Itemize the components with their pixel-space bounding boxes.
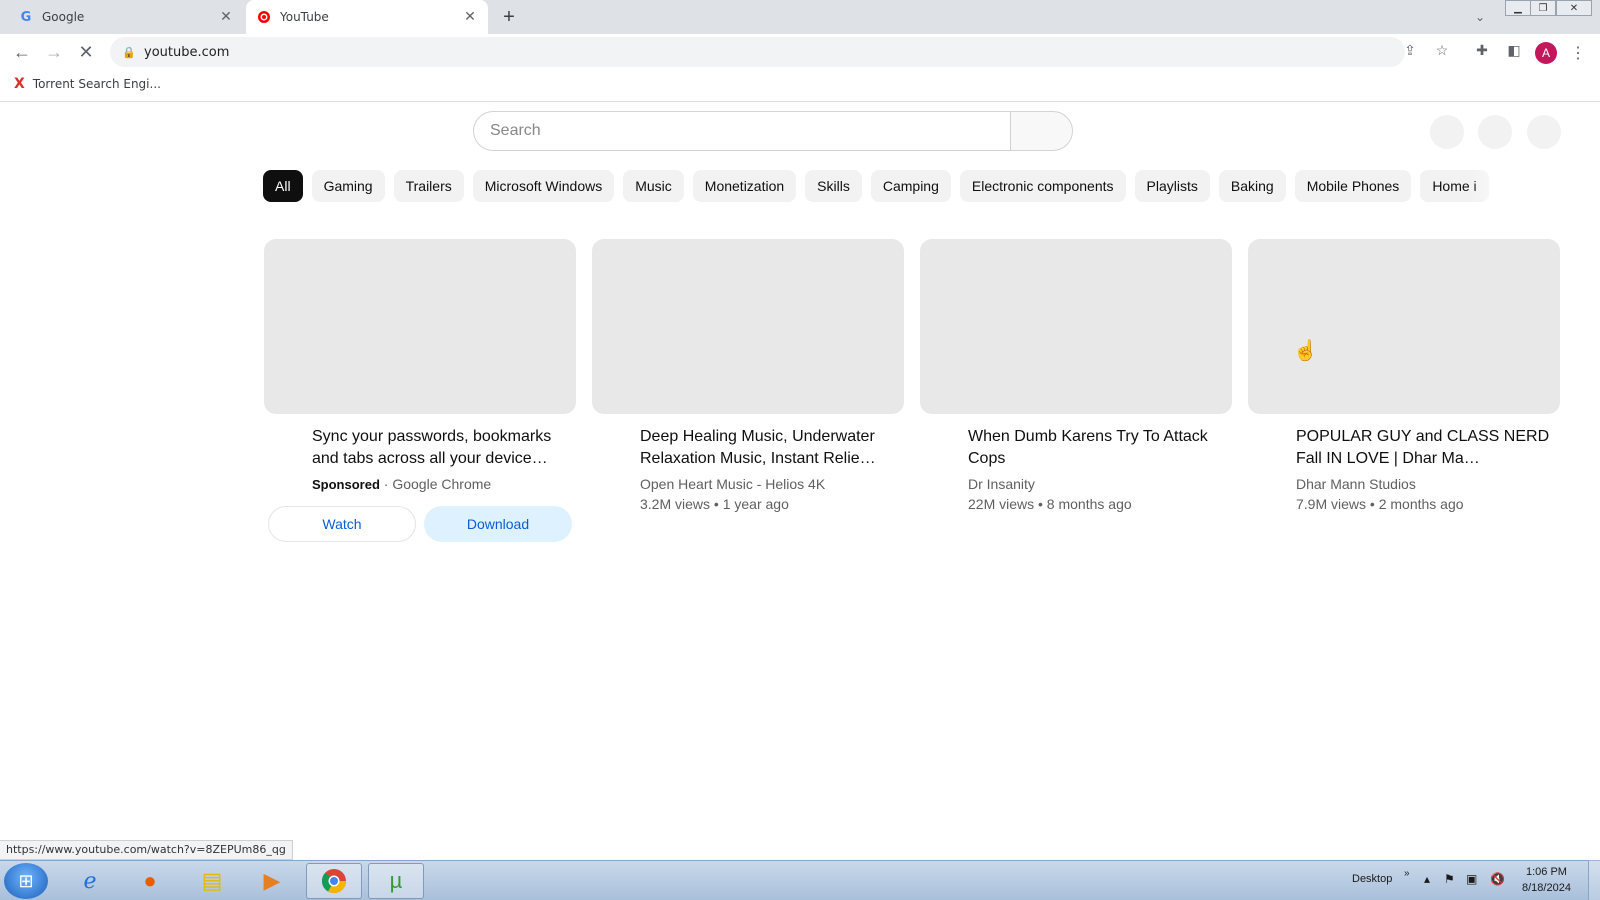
- action-center-flag-icon[interactable]: ⚑: [1444, 872, 1455, 886]
- chip-gaming[interactable]: Gaming: [311, 170, 385, 202]
- advertiser-name: · Google Chrome: [383, 476, 492, 492]
- youtube-search-bar: [473, 111, 1073, 151]
- google-icon: G: [20, 9, 32, 25]
- video-card[interactable]: POPULAR GUY and CLASS NERD Fall IN LOVE …: [1248, 239, 1560, 514]
- tab-strip: G Google ✕ YouTube ✕ + ⌄ ▁ ❐ ✕: [0, 0, 1600, 34]
- channel-name[interactable]: Open Heart Music - Helios 4K: [640, 474, 904, 494]
- share-icon[interactable]: ⇪: [1400, 40, 1420, 60]
- show-desktop-button[interactable]: [1588, 860, 1600, 900]
- clock-time[interactable]: 1:06 PM: [1526, 866, 1567, 878]
- internet-explorer-icon[interactable]: ℯ: [62, 863, 118, 899]
- utorrent-icon[interactable]: µ: [368, 863, 424, 899]
- media-player-icon[interactable]: ▶: [244, 863, 300, 899]
- youtube-icon: [256, 9, 272, 25]
- chip-music[interactable]: Music: [623, 170, 684, 202]
- bookmark-label: Torrent Search Engi...: [32, 77, 161, 91]
- tab-google[interactable]: G Google ✕: [8, 0, 244, 34]
- tab-youtube[interactable]: YouTube ✕: [246, 0, 488, 34]
- file-explorer-icon[interactable]: ▤: [184, 863, 240, 899]
- volume-muted-icon[interactable]: 🔇: [1490, 872, 1505, 886]
- desktop-toolbar-label[interactable]: Desktop: [1352, 873, 1392, 885]
- bookmarks-bar: X Torrent Search Engi...: [0, 70, 1600, 102]
- clock-date[interactable]: 8/18/2024: [1522, 882, 1571, 894]
- chip-skills[interactable]: Skills: [805, 170, 862, 202]
- bookmark-star-icon[interactable]: ☆: [1432, 40, 1452, 60]
- video-title[interactable]: Sync your passwords, bookmarks and tabs …: [312, 426, 576, 470]
- search-input[interactable]: [473, 111, 1010, 151]
- thumbnail-placeholder[interactable]: [592, 239, 904, 414]
- chevron-right-double-icon[interactable]: »: [1404, 868, 1410, 879]
- chrome-taskbar-icon[interactable]: [306, 863, 362, 899]
- chip-microsoft-windows[interactable]: Microsoft Windows: [472, 170, 615, 202]
- close-window-button[interactable]: ✕: [1556, 0, 1592, 16]
- ad-sponsor-line: Sponsored · Google Chrome: [312, 474, 576, 495]
- firefox-icon[interactable]: ●: [122, 863, 178, 899]
- placeholder-circle-icon[interactable]: [1527, 115, 1561, 149]
- filter-chips: All Gaming Trailers Microsoft Windows Music M…: [263, 170, 1520, 204]
- placeholder-circle-icon[interactable]: [1478, 115, 1512, 149]
- channel-name[interactable]: Dhar Mann Studios: [1296, 474, 1560, 494]
- chip-trailers[interactable]: Trailers: [393, 170, 464, 202]
- back-arrow-icon[interactable]: ←: [10, 40, 34, 64]
- show-hidden-icons-icon[interactable]: ▴: [1424, 872, 1430, 886]
- new-tab-button[interactable]: +: [498, 6, 520, 28]
- forward-arrow-icon[interactable]: →: [42, 40, 66, 64]
- view-count: 3.2M views • 1 year ago: [640, 496, 789, 512]
- bookmark-torrent-search[interactable]: X Torrent Search Engi...: [14, 76, 161, 92]
- video-title[interactable]: POPULAR GUY and CLASS NERD Fall IN LOVE …: [1296, 426, 1560, 470]
- thumbnail-placeholder[interactable]: [264, 239, 576, 414]
- video-title[interactable]: When Dumb Karens Try To Attack Cops: [968, 426, 1232, 470]
- view-count: 22M views • 8 months ago: [968, 496, 1132, 512]
- placeholder-circle-icon[interactable]: [1430, 115, 1464, 149]
- chip-mobile-phones[interactable]: Mobile Phones: [1294, 170, 1412, 202]
- watch-button[interactable]: Watch: [268, 506, 416, 542]
- url-text[interactable]: youtube.com: [144, 45, 229, 60]
- hand-cursor-icon: ☝: [1293, 340, 1318, 362]
- close-tab-icon[interactable]: ✕: [218, 9, 234, 25]
- chip-playlists[interactable]: Playlists: [1134, 170, 1210, 202]
- chip-all[interactable]: All: [263, 170, 303, 202]
- address-bar[interactable]: 🔒 youtube.com: [110, 37, 1405, 67]
- download-button[interactable]: Download: [424, 506, 572, 542]
- chip-baking[interactable]: Baking: [1218, 170, 1286, 202]
- browser-toolbar: ← → ✕ 🔒 youtube.com: [0, 34, 1600, 70]
- minimize-button[interactable]: ▁: [1505, 0, 1531, 16]
- ad-actions: Watch Download: [268, 506, 572, 542]
- chips-fade: [1470, 170, 1530, 204]
- start-button-windows-icon[interactable]: ⊞: [4, 863, 48, 899]
- side-panel-icon[interactable]: ◧: [1504, 40, 1524, 60]
- close-tab-icon[interactable]: ✕: [462, 9, 478, 25]
- chip-monetization[interactable]: Monetization: [692, 170, 797, 202]
- stop-loading-icon[interactable]: ✕: [74, 40, 98, 64]
- tab-title: Google: [42, 10, 85, 24]
- extensions-puzzle-icon[interactable]: ✚: [1472, 40, 1492, 60]
- channel-name[interactable]: Dr Insanity: [968, 474, 1232, 494]
- torrent-x-icon: X: [14, 76, 25, 92]
- video-card[interactable]: Deep Healing Music, Underwater Relaxatio…: [592, 239, 904, 514]
- view-count: 7.9M views • 2 months ago: [1296, 496, 1464, 512]
- sponsored-label: Sponsored: [312, 477, 380, 492]
- status-bar-url: https://www.youtube.com/watch?v=8ZEPUm86…: [0, 840, 293, 860]
- chip-electronic-components[interactable]: Electronic components: [959, 170, 1126, 202]
- tab-search-chevron-icon[interactable]: ⌄: [1470, 8, 1490, 26]
- lock-icon[interactable]: 🔒: [122, 46, 136, 59]
- video-title[interactable]: Deep Healing Music, Underwater Relaxatio…: [640, 426, 904, 470]
- thumbnail-placeholder[interactable]: [920, 239, 1232, 414]
- video-card[interactable]: When Dumb Karens Try To Attack Cops Dr I…: [920, 239, 1232, 514]
- chrome-menu-icon[interactable]: ⋮: [1570, 42, 1586, 64]
- chip-camping[interactable]: Camping: [870, 170, 951, 202]
- restore-button[interactable]: ❐: [1530, 0, 1556, 16]
- thumbnail-placeholder[interactable]: [1248, 239, 1560, 414]
- network-icon[interactable]: ▣: [1466, 872, 1477, 886]
- profile-avatar[interactable]: A: [1535, 42, 1557, 64]
- search-button[interactable]: [1010, 111, 1073, 151]
- tab-title: YouTube: [280, 10, 329, 24]
- ad-card[interactable]: Sync your passwords, bookmarks and tabs …: [264, 239, 576, 495]
